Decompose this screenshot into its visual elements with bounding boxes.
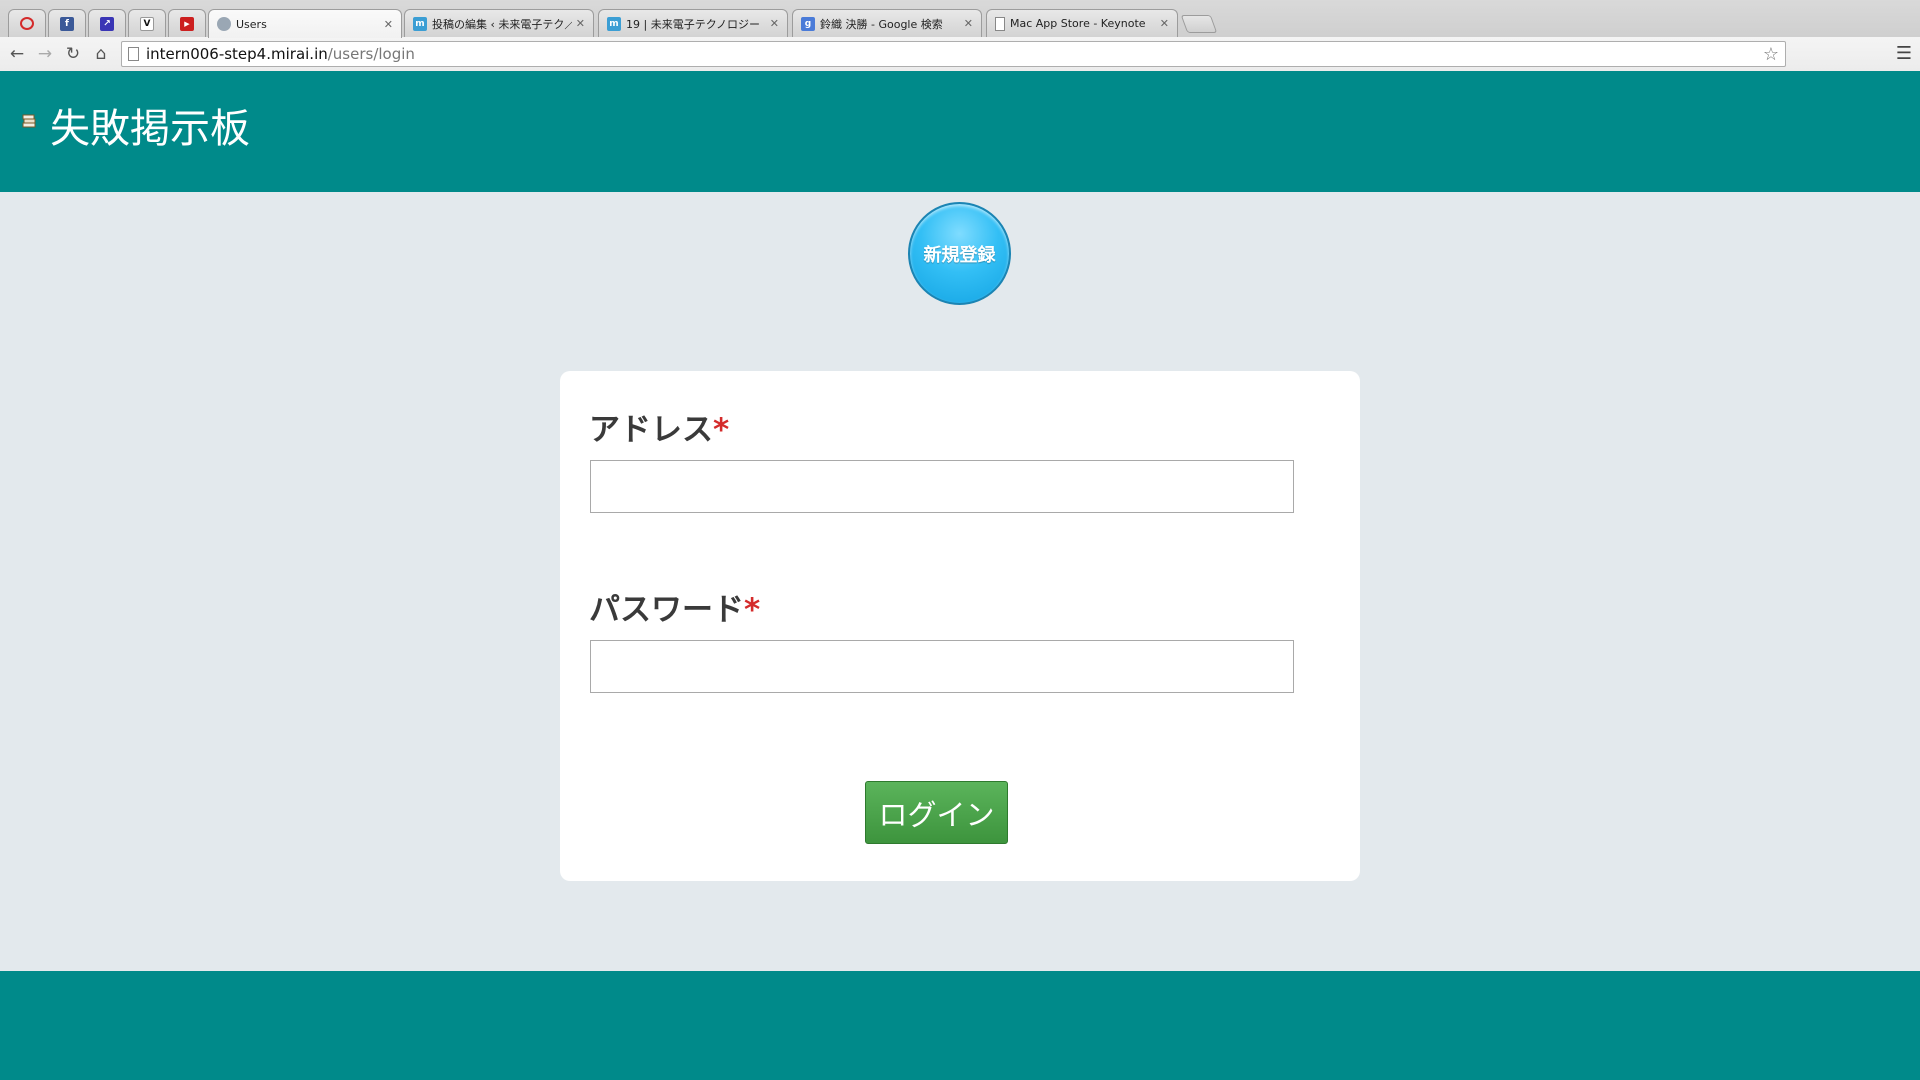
site-header: 失敗掲示板 (0, 71, 1920, 192)
url-host: intern006-step4.mirai.in (146, 45, 328, 63)
password-input[interactable] (590, 640, 1294, 693)
page-globe-icon (217, 17, 231, 31)
menu-icon[interactable]: ☰ (1896, 43, 1912, 64)
tab-pinned-opera[interactable] (8, 9, 46, 37)
tab-title: Mac App Store - Keynote (1010, 17, 1146, 30)
tab-google-search[interactable]: g 鈴織 決勝 - Google 検索 ✕ (792, 9, 982, 37)
facebook-icon: f (60, 16, 74, 31)
tab-title: 投稿の編集 ‹ 未来電子テク／ (432, 17, 572, 31)
mirai-icon: m (413, 16, 427, 31)
site-title[interactable]: 失敗掲示板 (50, 97, 250, 161)
close-icon[interactable]: ✕ (1160, 17, 1169, 30)
tab-pinned-youtube[interactable]: ▶ (168, 9, 206, 37)
new-tab-button[interactable] (1180, 15, 1218, 33)
tab-mirai-19[interactable]: m 19 | 未来電子テクノロジー ✕ (598, 9, 788, 37)
close-icon[interactable]: ✕ (576, 17, 585, 30)
close-icon[interactable]: ✕ (770, 17, 779, 30)
tab-pinned-facebook[interactable]: f (48, 9, 86, 37)
tab-users[interactable]: Users ✕ (208, 9, 402, 38)
password-label-text: パスワード (589, 592, 744, 628)
tab-title: 鈴織 決勝 - Google 検索 (820, 17, 943, 31)
mirai-icon: m (607, 16, 621, 31)
bookmark-star-icon[interactable]: ☆ (1763, 44, 1779, 65)
password-label: パスワード* (589, 584, 760, 629)
tab-strip: f ↗ V ▶ Users ✕ m 投稿の編集 ‹ 未来電子テク／ ✕ m 19… (0, 0, 1920, 38)
address-bar[interactable]: intern006-step4.mirai.in/users/login ☆ (121, 41, 1786, 67)
address-label-text: アドレス (589, 412, 713, 448)
tab-app-store[interactable]: Mac App Store - Keynote ✕ (986, 9, 1178, 37)
bookmark-app-icon: ↗ (100, 16, 114, 31)
home-icon[interactable]: ⌂ (90, 43, 112, 65)
tab-pinned-v[interactable]: V (128, 9, 166, 37)
back-icon[interactable]: ← (6, 43, 28, 65)
close-icon[interactable]: ✕ (384, 18, 393, 31)
required-mark: * (744, 592, 761, 628)
tab-title: 19 | 未来電子テクノロジー (626, 17, 761, 31)
address-input[interactable] (590, 460, 1294, 513)
address-label: アドレス* (589, 404, 729, 449)
login-button[interactable]: ログイン (865, 781, 1008, 844)
register-button[interactable]: 新規登録 (908, 202, 1011, 305)
tab-title: Users (236, 17, 267, 31)
browser-toolbar: ← → ↻ ⌂ intern006-step4.mirai.in/users/l… (0, 37, 1920, 71)
youtube-icon: ▶ (180, 16, 194, 31)
site-footer (0, 971, 1920, 1080)
google-icon: g (801, 16, 815, 31)
login-form: アドレス* パスワード* ログイン (560, 371, 1360, 881)
reload-icon[interactable]: ↻ (62, 43, 84, 65)
url-path: /users/login (327, 45, 415, 63)
v-app-icon: V (140, 16, 154, 31)
close-icon[interactable]: ✕ (964, 17, 973, 30)
books-icon (22, 114, 36, 128)
forward-icon[interactable]: → (34, 43, 56, 65)
document-icon (995, 16, 1005, 31)
tab-post-edit[interactable]: m 投稿の編集 ‹ 未来電子テク／ ✕ (404, 9, 594, 37)
tab-pinned-app[interactable]: ↗ (88, 9, 126, 37)
required-mark: * (713, 412, 730, 448)
browser-chrome: f ↗ V ▶ Users ✕ m 投稿の編集 ‹ 未来電子テク／ ✕ m 19… (0, 0, 1920, 71)
page-icon (128, 47, 139, 61)
opera-icon (20, 17, 34, 30)
